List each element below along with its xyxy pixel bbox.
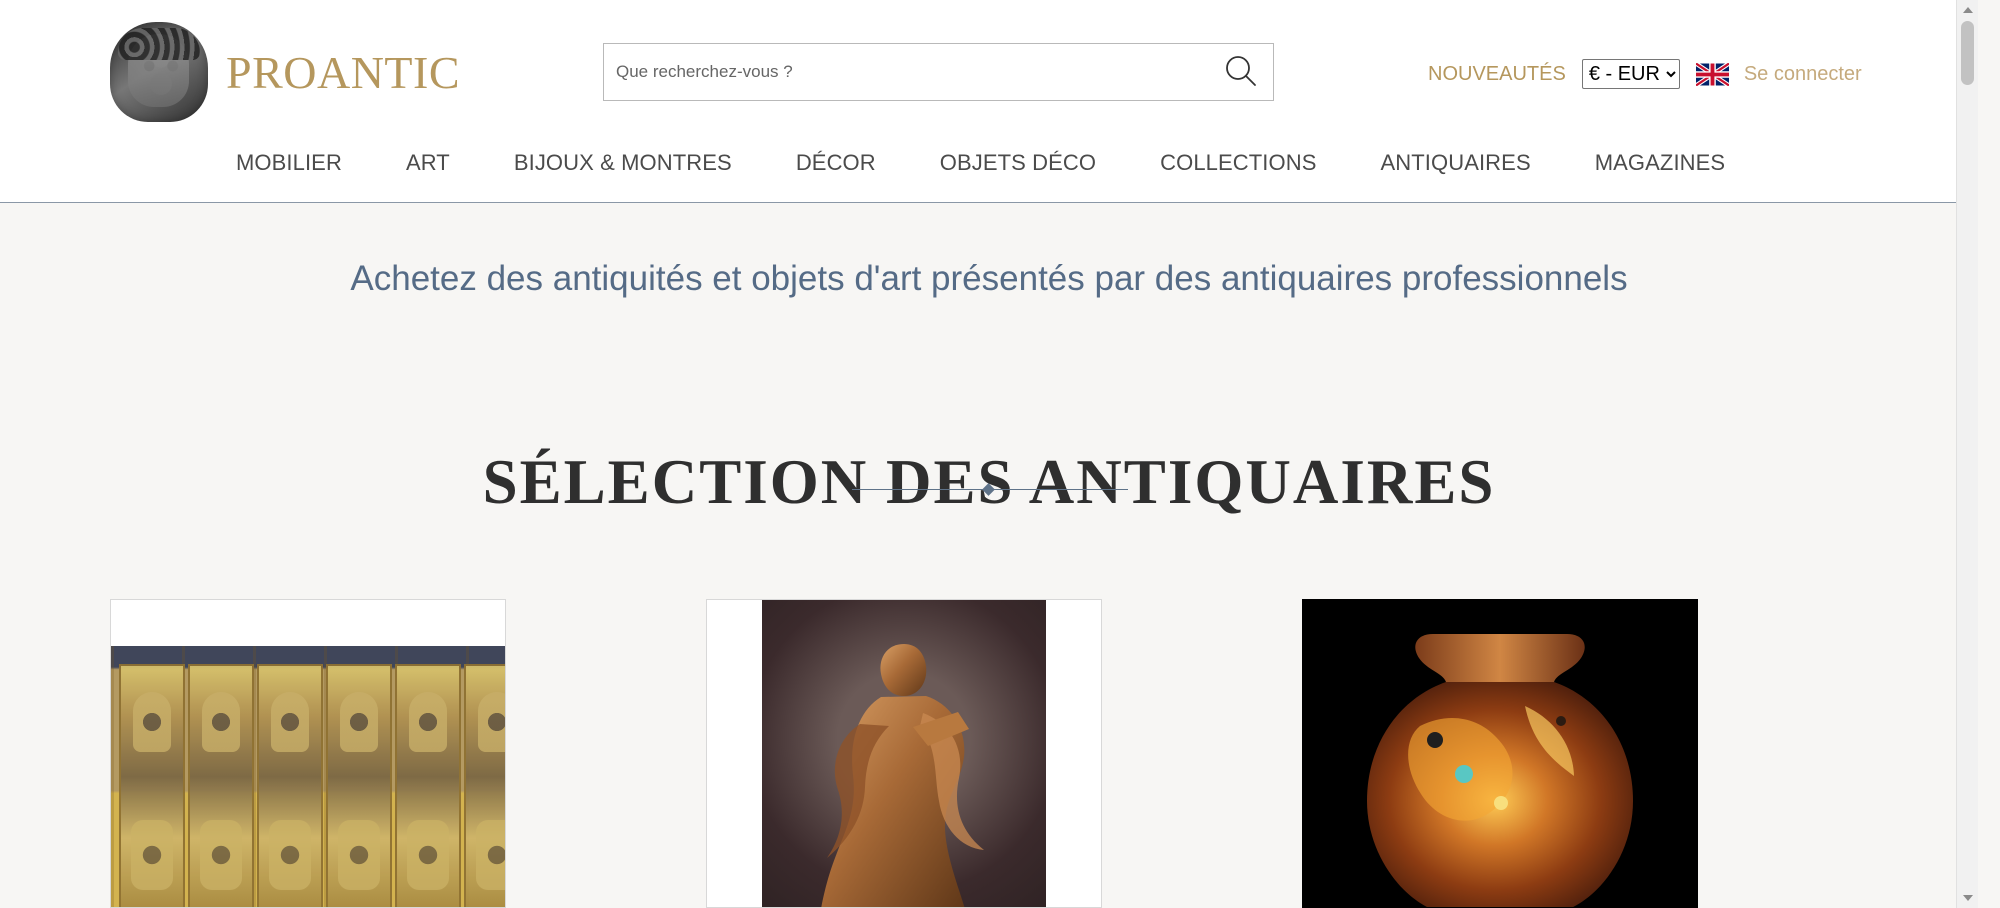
glass-vase-icon: [1367, 634, 1633, 907]
antique-card-glass-vase[interactable]: [1302, 599, 1698, 908]
header-actions: NOUVEAUTÉS € - EUR Se connecter: [1428, 55, 1862, 93]
wood-sculpture-icon: [821, 644, 984, 907]
screen-panel: [395, 664, 461, 907]
nav-item-art[interactable]: ART: [406, 150, 450, 176]
screen-panel: [257, 664, 323, 907]
nav-item-collections[interactable]: COLLECTIONS: [1160, 150, 1316, 176]
screen-panel: [188, 664, 254, 907]
section-title: SÉLECTION DES ANTIQUAIRES: [482, 447, 1496, 518]
search-button[interactable]: [1223, 54, 1259, 90]
new-arrivals-link[interactable]: NOUVEAUTÉS: [1428, 63, 1566, 86]
page: PROANTIC NOUVEAUTÉS € - EUR: [0, 0, 1978, 908]
nav-item-bijoux-montres[interactable]: BIJOUX & MONTRES: [514, 150, 732, 176]
antique-card-wood-sculpture[interactable]: [706, 599, 1102, 908]
folding-screen-image: [111, 646, 505, 907]
scroll-down-icon[interactable]: [1963, 895, 1973, 901]
scroll-up-icon[interactable]: [1963, 7, 1973, 13]
homepage-tagline: Achetez des antiquités et objets d'art p…: [350, 259, 1628, 298]
screen-panel: [464, 664, 505, 907]
nav-item-mobilier[interactable]: MOBILIER: [236, 150, 342, 176]
uk-flag-icon[interactable]: [1695, 62, 1729, 86]
scrollbar-thumb[interactable]: [1961, 21, 1974, 85]
screen-panel: [326, 664, 392, 907]
search-input[interactable]: [604, 44, 1204, 100]
signin-link[interactable]: Se connecter: [1744, 63, 1862, 86]
nav-item-magazines[interactable]: MAGAZINES: [1595, 150, 1725, 176]
currency-select[interactable]: € - EUR: [1581, 59, 1680, 89]
nav-item-antiquaires[interactable]: ANTIQUAIRES: [1380, 150, 1530, 176]
nav-item-objets-deco[interactable]: OBJETS DÉCO: [940, 150, 1096, 176]
vertical-scrollbar[interactable]: [1956, 0, 1978, 908]
main-navigation: MOBILIER ART BIJOUX & MONTRES DÉCOR OBJE…: [236, 147, 1725, 179]
bust-logo-icon: [110, 22, 208, 122]
antique-card-folding-screen[interactable]: [110, 599, 506, 908]
glass-vase-image: [1303, 600, 1697, 907]
nav-item-decor[interactable]: DÉCOR: [796, 150, 876, 176]
search-box: [603, 43, 1274, 101]
site-header: PROANTIC NOUVEAUTÉS € - EUR: [0, 0, 1978, 203]
search-icon: [1226, 56, 1256, 86]
brand-logo[interactable]: PROANTIC: [110, 20, 490, 124]
wood-sculpture-image: [762, 600, 1046, 907]
brand-name: PROANTIC: [226, 46, 461, 98]
screen-panel: [119, 664, 185, 907]
